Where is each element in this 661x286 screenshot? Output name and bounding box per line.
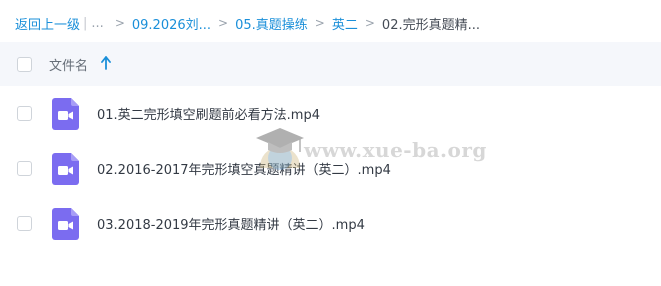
breadcrumb-separator: > (218, 16, 229, 30)
breadcrumb-separator: > (114, 16, 125, 30)
file-name[interactable]: 01.英二完形填空刷题前必看方法.mp4 (97, 104, 320, 123)
row-checkbox[interactable] (17, 106, 32, 121)
column-header-filename[interactable]: 文件名 (49, 55, 88, 74)
breadcrumb-item[interactable]: 09.2026刘... (132, 14, 211, 33)
breadcrumb-separator: > (364, 16, 375, 30)
file-row[interactable]: 03.2018-2019年完形真题精讲（英二）.mp4 (0, 200, 661, 248)
file-row[interactable]: 01.英二完形填空刷题前必看方法.mp4 (0, 90, 661, 138)
video-file-icon (52, 208, 79, 240)
back-link[interactable]: 返回上一级 (15, 14, 80, 33)
table-header: 文件名 (0, 42, 661, 86)
file-name[interactable]: 02.2016-2017年完形填空真题精讲（英二）.mp4 (97, 159, 391, 178)
video-file-icon (52, 153, 79, 185)
breadcrumb-item[interactable]: 05.真题操练 (235, 14, 308, 33)
arrow-up-icon[interactable] (101, 56, 111, 70)
breadcrumb: 返回上一级 | ... > 09.2026刘... > 05.真题操练 > 英二… (15, 13, 480, 33)
breadcrumb-item[interactable]: 英二 (332, 14, 358, 33)
video-file-icon (52, 98, 79, 130)
breadcrumb-ellipsis[interactable]: ... (91, 16, 103, 31)
file-row[interactable]: 02.2016-2017年完形填空真题精讲（英二）.mp4 (0, 145, 661, 193)
file-name[interactable]: 03.2018-2019年完形真题精讲（英二）.mp4 (97, 214, 365, 233)
file-browser: 返回上一级 | ... > 09.2026刘... > 05.真题操练 > 英二… (0, 0, 661, 286)
row-checkbox[interactable] (17, 216, 32, 231)
row-checkbox[interactable] (17, 161, 32, 176)
breadcrumb-current: 02.完形真题精... (381, 17, 480, 33)
breadcrumb-divider: | (83, 15, 88, 31)
select-all-checkbox[interactable] (17, 56, 32, 72)
breadcrumb-separator: > (314, 16, 325, 30)
